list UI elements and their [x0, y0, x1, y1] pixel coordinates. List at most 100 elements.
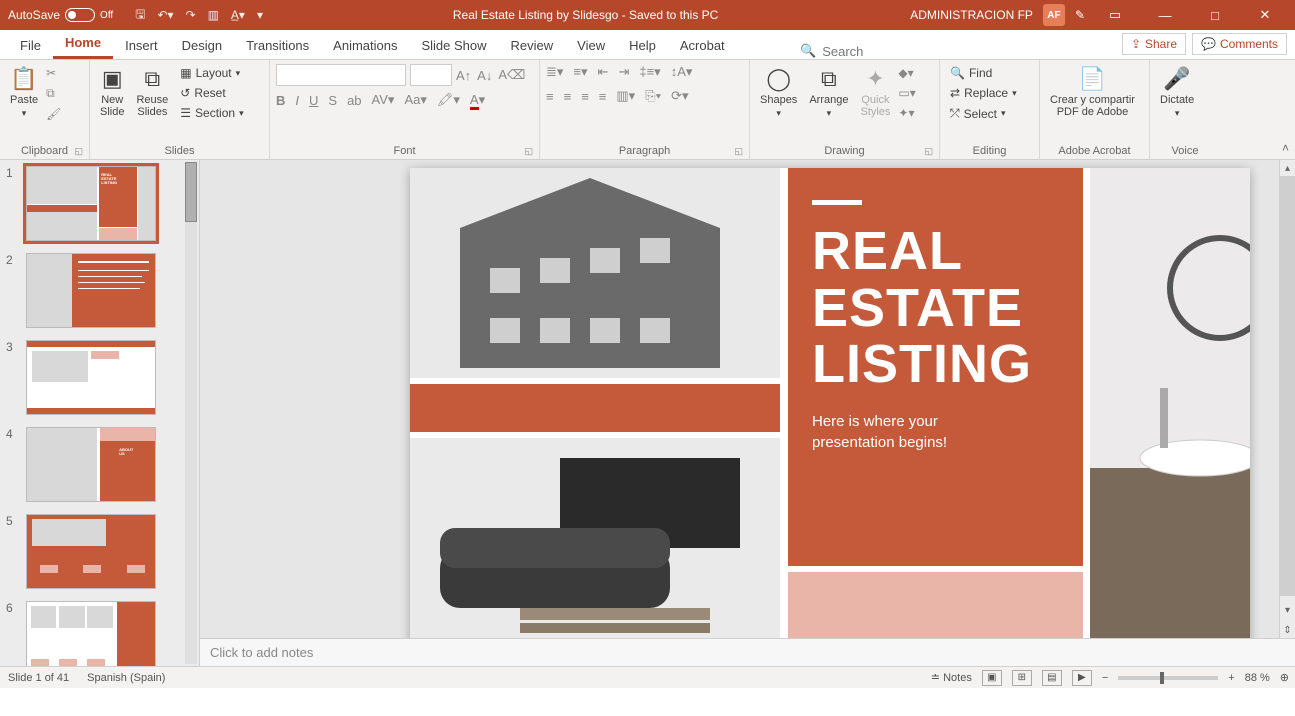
autosave-toggle[interactable]: AutoSave Off: [8, 8, 113, 22]
change-case-icon[interactable]: Aa▾: [404, 92, 426, 108]
notes-pane[interactable]: Click to add notes: [200, 638, 1295, 666]
font-picker-icon[interactable]: A̲▾: [231, 8, 245, 22]
slide-thumbnail-1[interactable]: 1 REAL ESTATE LISTING: [0, 160, 199, 247]
arrange-button[interactable]: ⧉Arrange▾: [805, 64, 852, 121]
scroll-up-icon[interactable]: ▴: [1280, 160, 1295, 176]
shape-outline-icon[interactable]: ▭▾: [898, 86, 915, 100]
tab-file[interactable]: File: [8, 32, 53, 59]
slide-thumbnail-6[interactable]: 6: [0, 595, 199, 666]
smartart-icon[interactable]: ⟳▾: [671, 88, 688, 104]
align-right-icon[interactable]: ≡: [581, 89, 589, 104]
tab-slideshow[interactable]: Slide Show: [409, 32, 498, 59]
tell-me-search[interactable]: 🔍 Search: [800, 43, 863, 59]
slide-image-sofa[interactable]: [410, 438, 780, 638]
section-button[interactable]: ☰Section▾: [176, 104, 247, 122]
decrease-indent-icon[interactable]: ⇤: [598, 64, 609, 80]
align-left-icon[interactable]: ≡: [546, 89, 554, 104]
tab-design[interactable]: Design: [170, 32, 234, 59]
paste-button[interactable]: 📋 Paste ▾: [6, 64, 42, 121]
layout-button[interactable]: ▦Layout▾: [176, 64, 247, 82]
redo-icon[interactable]: ↷: [186, 8, 196, 22]
text-direction-icon[interactable]: ↕A▾: [671, 64, 693, 80]
tab-animations[interactable]: Animations: [321, 32, 409, 59]
slide-image-bathroom[interactable]: [1090, 168, 1250, 638]
scrollbar-thumb[interactable]: [185, 162, 197, 222]
zoom-in-icon[interactable]: +: [1228, 672, 1234, 684]
justify-icon[interactable]: ≡: [599, 89, 607, 104]
slide-image-building[interactable]: [410, 168, 780, 378]
scroll-down-icon[interactable]: ▾: [1280, 602, 1295, 618]
highlight-icon[interactable]: 🖍▾: [437, 92, 460, 108]
slide-canvas[interactable]: REAL ESTATE LISTING Here is where your p…: [410, 168, 1250, 638]
autosave-pill[interactable]: [65, 8, 95, 22]
new-slide-button[interactable]: ▣ New Slide: [96, 64, 128, 122]
copy-icon[interactable]: ⧉: [46, 86, 61, 101]
font-size-select[interactable]: [410, 64, 452, 86]
save-icon[interactable]: 🖫: [135, 5, 145, 26]
reading-view-icon[interactable]: ▤: [1042, 670, 1062, 686]
close-icon[interactable]: ✕: [1245, 0, 1285, 30]
font-family-select[interactable]: [276, 64, 406, 86]
underline-icon[interactable]: U: [309, 93, 318, 108]
columns-icon[interactable]: ▥▾: [616, 88, 635, 104]
italic-icon[interactable]: I: [295, 93, 299, 108]
tab-view[interactable]: View: [565, 32, 617, 59]
slide-pink-block[interactable]: [788, 572, 1083, 638]
maximize-icon[interactable]: □: [1195, 0, 1235, 30]
format-painter-icon[interactable]: 🖌: [46, 107, 61, 121]
slide-thumbnail-2[interactable]: 2: [0, 247, 199, 334]
minimize-icon[interactable]: —: [1145, 0, 1185, 30]
shape-effects-icon[interactable]: ✦▾: [898, 106, 915, 120]
select-button[interactable]: ⤱Select▾: [946, 104, 1033, 123]
ribbon-display-icon[interactable]: ▭: [1095, 0, 1135, 30]
increase-font-icon[interactable]: A↑: [456, 68, 471, 83]
notes-toggle[interactable]: ≐ Notes: [931, 671, 972, 684]
normal-view-icon[interactable]: ▣: [982, 670, 1002, 686]
zoom-percent[interactable]: 88 %: [1245, 672, 1270, 684]
language-indicator[interactable]: Spanish (Spain): [87, 672, 165, 684]
tab-insert[interactable]: Insert: [113, 32, 170, 59]
tab-help[interactable]: Help: [617, 32, 668, 59]
clear-format-icon[interactable]: A⌫: [498, 67, 525, 83]
increase-indent-icon[interactable]: ⇥: [618, 64, 629, 80]
share-button[interactable]: ⇪Share: [1122, 33, 1186, 55]
find-button[interactable]: 🔍Find: [946, 64, 1033, 82]
qat-more-icon[interactable]: ▾: [257, 8, 263, 22]
slide-thumbnail-5[interactable]: 5: [0, 508, 199, 595]
zoom-out-icon[interactable]: −: [1102, 672, 1108, 684]
decrease-font-icon[interactable]: A↓: [477, 68, 492, 83]
tab-acrobat[interactable]: Acrobat: [668, 32, 737, 59]
char-spacing-icon[interactable]: AV▾: [372, 92, 395, 108]
undo-icon[interactable]: ↶▾: [157, 8, 173, 22]
slide-title-block[interactable]: REAL ESTATE LISTING Here is where your p…: [788, 168, 1083, 566]
thumbnail-scrollbar[interactable]: [185, 162, 197, 664]
slide-thumbnail-panel[interactable]: 1 REAL ESTATE LISTING 2: [0, 160, 200, 666]
editor-vertical-scrollbar[interactable]: ▴ ▾ ⇕: [1279, 160, 1295, 638]
shape-fill-icon[interactable]: ◆▾: [898, 66, 915, 80]
sorter-view-icon[interactable]: ⊞: [1012, 670, 1032, 686]
line-spacing-icon[interactable]: ‡≡▾: [639, 64, 660, 80]
coming-soon-icon[interactable]: ✎: [1075, 8, 1085, 22]
shapes-button[interactable]: ◯Shapes▾: [756, 64, 801, 121]
cut-icon[interactable]: ✂: [46, 66, 61, 80]
tab-transitions[interactable]: Transitions: [234, 32, 321, 59]
comments-button[interactable]: 💬Comments: [1192, 33, 1287, 55]
dialog-launcher-icon[interactable]: ◱: [524, 146, 533, 157]
fit-icon[interactable]: ⇕: [1280, 622, 1295, 638]
shadow-icon[interactable]: ab: [347, 93, 361, 108]
reset-button[interactable]: ↺Reset: [176, 84, 247, 102]
zoom-slider-thumb[interactable]: [1160, 672, 1164, 684]
bullets-icon[interactable]: ≣▾: [546, 64, 563, 80]
user-avatar[interactable]: AF: [1043, 4, 1065, 26]
tab-home[interactable]: Home: [53, 29, 113, 59]
dialog-launcher-icon[interactable]: ◱: [924, 146, 933, 157]
bold-icon[interactable]: B: [276, 93, 285, 108]
align-text-icon[interactable]: ⎘▾: [645, 88, 661, 104]
slide-thumbnail-3[interactable]: 3: [0, 334, 199, 421]
from-beginning-icon[interactable]: ▥: [208, 8, 219, 22]
reuse-slides-button[interactable]: ⧉ Reuse Slides: [132, 64, 172, 122]
scrollbar-thumb[interactable]: [1280, 176, 1295, 596]
fit-to-window-icon[interactable]: ⊕: [1280, 671, 1289, 684]
numbering-icon[interactable]: ≡▾: [573, 64, 587, 80]
dialog-launcher-icon[interactable]: ◱: [734, 146, 743, 157]
